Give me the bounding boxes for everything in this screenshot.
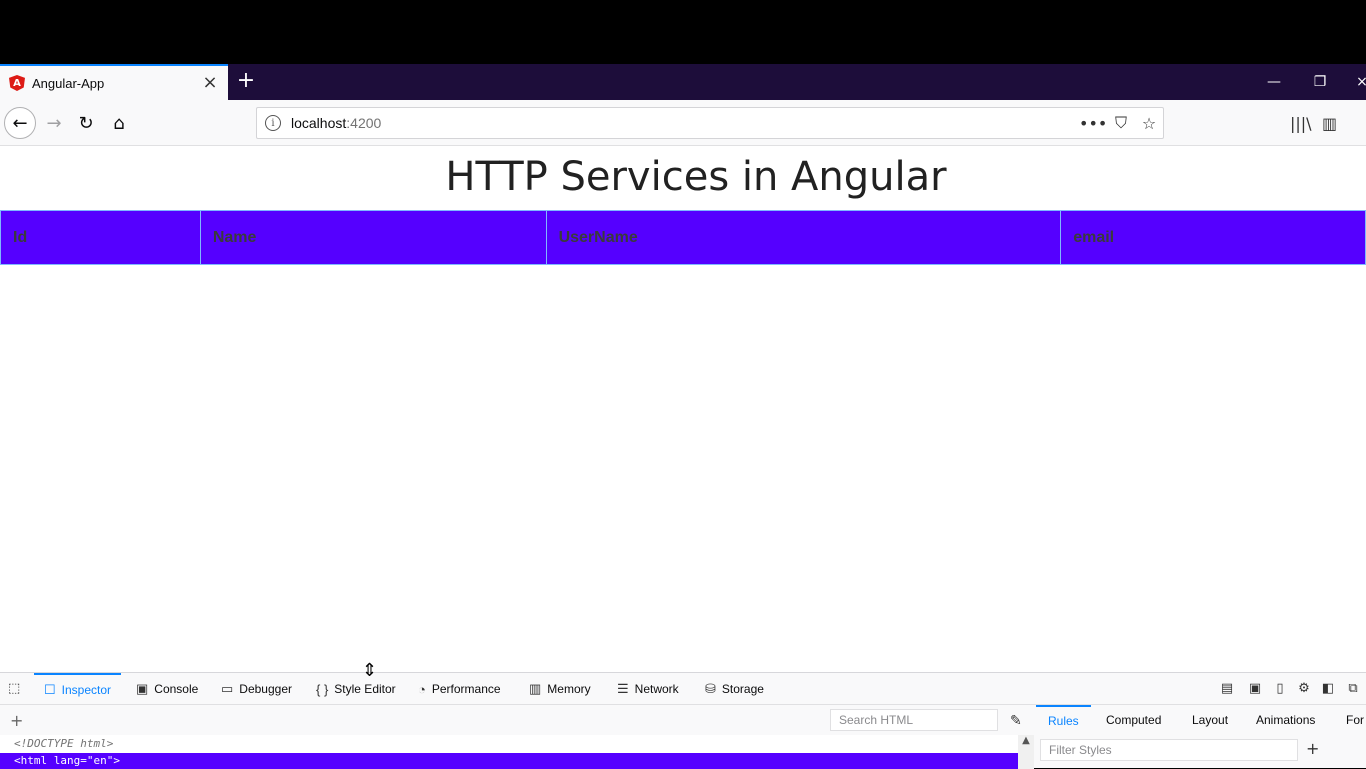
forward-button[interactable]: → <box>38 107 70 139</box>
element-picker-icon[interactable]: ⬚ <box>8 681 24 697</box>
column-header-name: Name <box>199 210 547 265</box>
library-icon[interactable]: |||\ <box>1290 114 1312 133</box>
settings-gear-icon[interactable]: ⚙ <box>1295 681 1313 697</box>
url-text[interactable]: localhost:4200 <box>291 115 1079 131</box>
angular-favicon-icon: A <box>9 75 25 91</box>
url-host: localhost <box>291 115 347 131</box>
dock-side-icon[interactable]: ◧ <box>1319 681 1337 697</box>
devtools-subtoolbar: + Search HTML ✎ Rules Computed Layout An… <box>0 705 1366 735</box>
html-node-selected[interactable]: <html lang="en"> <box>0 753 1018 769</box>
tab-label: Storage <box>721 682 764 696</box>
responsive-design-icon[interactable]: ▯ <box>1271 681 1289 697</box>
home-button[interactable]: ⌂ <box>103 107 135 139</box>
search-placeholder: Search HTML <box>839 713 914 727</box>
tab-memory[interactable]: ▥ Memory <box>529 673 591 705</box>
site-info-icon[interactable]: i <box>265 115 281 131</box>
back-button[interactable]: ← <box>4 107 36 139</box>
close-window-button[interactable]: × <box>1352 72 1366 92</box>
debugger-icon: ▭ <box>221 681 234 696</box>
pocket-icon[interactable]: ⛉ <box>1107 113 1135 133</box>
doctype-node[interactable]: <!DOCTYPE html> <box>14 737 113 750</box>
tab-network[interactable]: ☰ Network <box>617 673 679 705</box>
tab-angular-app[interactable]: A Angular-App × <box>0 64 228 100</box>
tab-strip: A Angular-App × + — ❐ × <box>0 64 1366 100</box>
tab-label: Performance <box>431 682 501 696</box>
navigation-bar: ← → ↻ ⌂ i localhost:4200 ••• ⛉ ☆ |||\ ▥ <box>0 100 1366 146</box>
filter-placeholder: Filter Styles <box>1049 743 1112 757</box>
style-editor-icon: { } <box>316 681 329 697</box>
tab-label: Style Editor <box>334 682 396 696</box>
markup-view: <!DOCTYPE html> <html lang="en"> <box>0 735 1018 769</box>
bookmark-star-icon[interactable]: ☆ <box>1135 114 1163 133</box>
page-title: HTTP Services in Angular <box>445 154 947 200</box>
table-header-row: Id Name UserName email <box>0 210 1366 265</box>
performance-icon: ◔ <box>418 681 426 697</box>
tab-storage[interactable]: ⛁ Storage <box>705 673 764 705</box>
memory-icon: ▥ <box>529 681 542 696</box>
page-actions-icon[interactable]: ••• <box>1079 114 1107 133</box>
tab-title: Angular-App <box>32 75 105 91</box>
url-bar[interactable]: i localhost:4200 ••• ⛉ ☆ <box>256 107 1164 139</box>
reload-button[interactable]: ↻ <box>70 107 102 139</box>
minimize-button[interactable]: — <box>1264 72 1284 92</box>
page-content: HTTP Services in Angular Id Name UserNam… <box>0 146 1366 672</box>
separate-window-icon[interactable]: ⧉ <box>1344 681 1362 697</box>
add-node-icon[interactable]: + <box>10 711 23 730</box>
search-html-input[interactable]: Search HTML <box>830 709 998 731</box>
video-letterbox <box>0 0 1366 64</box>
sidebar-icon[interactable]: ▥ <box>1322 114 1337 133</box>
devtools-toolbar: ⬚ ☐ Inspector ▣ Console ▭ Debugger { } S… <box>0 673 1366 705</box>
filter-styles-input[interactable]: Filter Styles <box>1040 739 1298 761</box>
tab-performance[interactable]: ◔ Performance <box>418 673 501 705</box>
column-header-id: Id <box>0 210 201 265</box>
console-icon: ▣ <box>136 681 149 696</box>
eyedropper-icon[interactable]: ✎ <box>1010 713 1022 729</box>
tab-close-icon[interactable]: × <box>202 74 218 92</box>
tab-inspector[interactable]: ☐ Inspector <box>34 673 122 705</box>
tab-rules[interactable]: Rules <box>1036 705 1091 735</box>
tab-debugger[interactable]: ▭ Debugger <box>221 673 292 705</box>
column-header-email: email <box>1060 210 1366 265</box>
network-icon: ☰ <box>617 681 629 696</box>
column-header-username: UserName <box>545 210 1062 265</box>
scratchpad-icon[interactable]: ▣ <box>1246 681 1264 697</box>
tab-label: Inspector <box>61 683 112 697</box>
tab-label: Network <box>634 682 679 696</box>
add-rule-icon[interactable]: + <box>1306 739 1319 758</box>
inspector-icon: ☐ <box>44 682 56 697</box>
browser-window: A Angular-App × + — ❐ × ← → ↻ ⌂ i localh… <box>0 64 1366 769</box>
url-port: :4200 <box>346 115 382 131</box>
tab-console[interactable]: ▣ Console <box>136 673 198 705</box>
tab-layout[interactable]: Layout <box>1192 705 1228 735</box>
tab-label: Debugger <box>239 682 293 696</box>
split-console-icon[interactable]: ▤ <box>1218 681 1236 697</box>
new-tab-button[interactable]: + <box>234 70 258 94</box>
tab-animations[interactable]: Animations <box>1256 705 1315 735</box>
tab-label: Console <box>154 682 199 696</box>
tab-label: Memory <box>547 682 591 696</box>
mouse-cursor-icon: ⇕ <box>362 660 378 681</box>
tab-fonts[interactable]: For <box>1346 705 1366 735</box>
storage-icon: ⛁ <box>705 681 716 696</box>
markup-scrollbar[interactable]: ▲ <box>1018 735 1034 769</box>
tab-style-editor[interactable]: { } Style Editor <box>316 673 396 705</box>
users-table: Id Name UserName email <box>0 210 1366 265</box>
tab-computed[interactable]: Computed <box>1106 705 1161 735</box>
restore-button[interactable]: ❐ <box>1310 72 1330 92</box>
devtools-panel: ⬚ ☐ Inspector ▣ Console ▭ Debugger { } S… <box>0 672 1366 769</box>
